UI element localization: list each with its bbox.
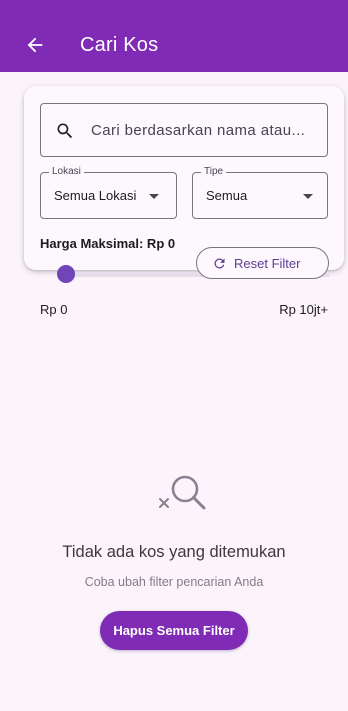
- search-icon: [57, 123, 73, 139]
- location-dropdown[interactable]: Lokasi Semua Lokasi: [40, 166, 177, 219]
- chevron-down-icon: [303, 194, 313, 199]
- type-dropdown[interactable]: Tipe Semua: [192, 166, 328, 219]
- empty-state-subtitle: Coba ubah filter pencarian Anda: [84, 575, 264, 589]
- page-title: Cari Kos: [80, 34, 159, 56]
- type-value: Semua: [206, 188, 248, 203]
- chevron-down-icon: [149, 194, 159, 199]
- refresh-icon: [214, 258, 225, 269]
- back-arrow-icon[interactable]: [24, 34, 46, 56]
- type-label: Tipe: [201, 166, 227, 178]
- clear-all-filters-button[interactable]: Hapus Semua Filter: [100, 611, 248, 650]
- filter-card: Cari berdasarkan nama atau... Lokasi Sem…: [24, 86, 344, 317]
- search-input[interactable]: Cari berdasarkan nama atau...: [40, 103, 328, 157]
- price-min-label: Rp 0: [40, 302, 68, 317]
- location-value: Semua Lokasi: [54, 188, 137, 203]
- search-off-icon: [159, 475, 206, 510]
- search-placeholder: Cari berdasarkan nama atau...: [91, 122, 306, 139]
- app-bar: Cari Kos: [0, 0, 348, 72]
- price-slider-thumb[interactable]: [57, 265, 75, 283]
- empty-state-title: Tidak ada kos yang ditemukan: [62, 543, 286, 561]
- price-max-label: Rp 10jt+: [279, 302, 328, 317]
- location-label: Lokasi: [49, 166, 84, 178]
- reset-filter-button[interactable]: Reset Filter: [196, 247, 329, 279]
- max-price-label: Harga Maksimal: Rp 0: [40, 236, 176, 251]
- reset-filter-label: Reset Filter: [234, 256, 301, 271]
